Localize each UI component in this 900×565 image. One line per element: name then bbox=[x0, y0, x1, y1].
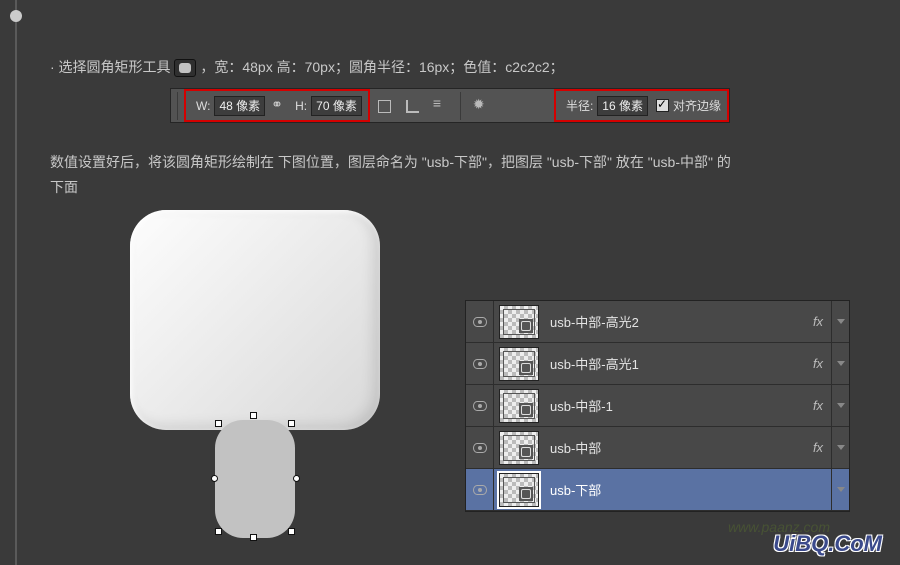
layers-panel: usb-中部-高光2 fx usb-中部-高光1 fx usb-中部-1 fx … bbox=[465, 300, 850, 512]
anchor-handle[interactable] bbox=[215, 528, 222, 535]
visibility-toggle[interactable] bbox=[466, 301, 494, 342]
eye-icon bbox=[473, 485, 487, 495]
fx-indicator[interactable]: fx bbox=[805, 356, 831, 371]
layer-name[interactable]: usb-中部 bbox=[544, 438, 805, 457]
radius-group-highlight: 半径: 16 像素 对齐边缘 bbox=[554, 89, 729, 122]
watermark-logo: UiBQ.CoM bbox=[773, 531, 882, 557]
layer-thumbnail[interactable] bbox=[499, 473, 539, 507]
visibility-toggle[interactable] bbox=[466, 343, 494, 384]
layer-row[interactable]: usb-中部-高光1 fx bbox=[466, 343, 849, 385]
layer-name[interactable]: usb-中部-高光1 bbox=[544, 354, 805, 373]
bullet-dot bbox=[10, 10, 22, 22]
anchor-handle[interactable] bbox=[288, 420, 295, 427]
fx-expand[interactable] bbox=[831, 427, 849, 468]
layer-row[interactable]: usb-中部-高光2 fx bbox=[466, 301, 849, 343]
intro-params: ，宽：48px 高：70px；圆角半径：16px；色值：c2c2c2； bbox=[200, 59, 563, 75]
fx-indicator[interactable]: fx bbox=[805, 440, 831, 455]
anchor-handle[interactable] bbox=[250, 534, 257, 541]
shape-glyph-icon bbox=[519, 487, 533, 501]
layer-thumbnail[interactable] bbox=[499, 305, 539, 339]
eye-icon bbox=[473, 443, 487, 453]
anchor-handle[interactable] bbox=[211, 475, 218, 482]
anchor-handle[interactable] bbox=[250, 412, 257, 419]
fx-indicator[interactable]: fx bbox=[805, 314, 831, 329]
fx-indicator[interactable]: fx bbox=[805, 398, 831, 413]
separator bbox=[460, 92, 461, 120]
layer-thumbnail[interactable] bbox=[499, 431, 539, 465]
layer-name[interactable]: usb-中部-1 bbox=[544, 396, 805, 415]
link-icon[interactable] bbox=[271, 100, 285, 112]
shape-glyph-icon bbox=[519, 361, 533, 375]
body-line-2: 下面 bbox=[50, 175, 870, 199]
align-icon[interactable] bbox=[403, 97, 421, 115]
body-line-1: 数值设置好后，将该圆角矩形绘制在 下图位置，图层命名为 "usb-下部"，把图层… bbox=[50, 150, 870, 174]
visibility-toggle[interactable] bbox=[466, 427, 494, 468]
shape-glyph-icon bbox=[519, 445, 533, 459]
layer-name[interactable]: usb-中部-高光2 bbox=[544, 312, 805, 331]
eye-icon bbox=[473, 359, 487, 369]
gear-icon[interactable] bbox=[472, 97, 490, 115]
intro-line: · 选择圆角矩形工具 ，宽：48px 高：70px；圆角半径：16px；色值：c… bbox=[50, 55, 870, 79]
visibility-toggle[interactable] bbox=[466, 385, 494, 426]
eye-icon bbox=[473, 317, 487, 327]
layer-row[interactable]: usb-中部-1 fx bbox=[466, 385, 849, 427]
anchor-handle[interactable] bbox=[215, 420, 222, 427]
separator bbox=[177, 92, 178, 120]
width-label: W: bbox=[196, 99, 210, 113]
rounded-rect-tool-icon bbox=[174, 59, 196, 77]
shape-glyph-icon bbox=[519, 403, 533, 417]
height-input[interactable]: 70 像素 bbox=[311, 96, 362, 116]
usb-bottom-shape-selected[interactable] bbox=[215, 420, 295, 538]
fx-expand[interactable] bbox=[831, 469, 849, 510]
canvas-preview bbox=[110, 210, 400, 560]
fx-expand[interactable] bbox=[831, 343, 849, 384]
anchor-handle[interactable] bbox=[293, 475, 300, 482]
radius-label: 半径: bbox=[566, 97, 593, 114]
usb-mid-shape bbox=[130, 210, 380, 430]
size-group-highlight: W: 48 像素 H: 70 像素 bbox=[184, 89, 370, 122]
layer-row[interactable]: usb-中部 fx bbox=[466, 427, 849, 469]
shape-mode-icon[interactable] bbox=[375, 97, 393, 115]
eye-icon bbox=[473, 401, 487, 411]
visibility-toggle[interactable] bbox=[466, 469, 494, 510]
arrange-icon[interactable] bbox=[431, 97, 449, 115]
radius-input[interactable]: 16 像素 bbox=[597, 96, 648, 116]
intro-select: · 选择圆角矩形工具 bbox=[50, 59, 171, 75]
height-label: H: bbox=[295, 99, 307, 113]
options-bar: W: 48 像素 H: 70 像素 半径: 16 像素 对齐边缘 bbox=[170, 88, 730, 123]
fx-expand[interactable] bbox=[831, 301, 849, 342]
width-input[interactable]: 48 像素 bbox=[214, 96, 265, 116]
align-edges-checkbox[interactable] bbox=[656, 99, 669, 112]
layer-thumbnail[interactable] bbox=[499, 347, 539, 381]
align-edges-label: 对齐边缘 bbox=[673, 97, 721, 114]
layer-name[interactable]: usb-下部 bbox=[544, 480, 805, 499]
shape-glyph-icon bbox=[519, 319, 533, 333]
left-margin-line bbox=[15, 0, 17, 565]
fx-expand[interactable] bbox=[831, 385, 849, 426]
layer-thumbnail[interactable] bbox=[499, 389, 539, 423]
anchor-handle[interactable] bbox=[288, 528, 295, 535]
layer-row-selected[interactable]: usb-下部 bbox=[466, 469, 849, 511]
